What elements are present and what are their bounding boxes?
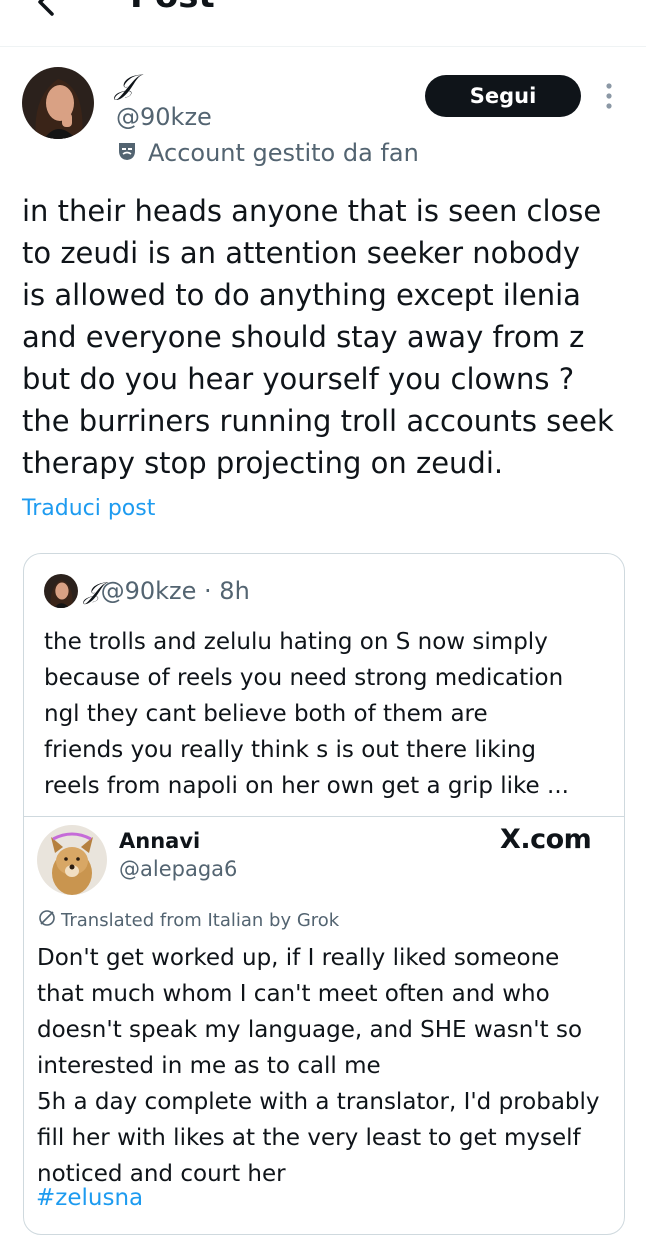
translated-note: Translated from Italian by Grok [37,907,339,933]
post-text: in their heads anyone that is seen close… [22,194,614,480]
hashtag-link[interactable]: #zelusna [36,1185,143,1211]
fan-account-badge: Account gestito da fan [116,138,419,168]
x-com-logo: X.com [500,824,592,855]
quote-text: the trolls and zelulu hating on S now si… [44,629,569,799]
embed-handle: @alepaga6 [119,857,238,881]
quoted-post-card[interactable]: 𝒥@90kze · 8h the trolls and zelulu hatin… [23,553,625,1235]
translated-label: Translated from Italian by Grok [61,909,340,931]
embed-avatar [37,825,107,895]
theater-mask-icon [116,140,138,166]
vertical-ellipsis-icon[interactable] [602,82,616,116]
quote-header: 𝒥@90kze · 8h [84,576,250,606]
quote-separator: · [204,577,212,605]
top-bar: Post [0,0,646,47]
arrow-left-icon[interactable] [30,0,70,26]
translate-post-link[interactable]: Traduci post [22,496,155,521]
quote-avatar [44,574,78,608]
embedded-screenshot: Annavi @alepaga6 X.com Translated from I… [24,816,624,1234]
grok-icon [37,908,57,932]
fan-account-label: Account gestito da fan [148,139,419,167]
embed-display-name: Annavi [119,829,201,853]
follow-button[interactable]: Segui [425,75,581,117]
author-display-name[interactable]: 𝒥 [115,70,134,100]
quote-time: 8h [219,577,250,605]
author-handle[interactable]: @90kze [116,103,212,131]
quote-handle: @90kze [100,577,197,605]
avatar[interactable] [22,67,94,139]
quote-display-name: 𝒥 [84,577,101,605]
page-title: Post [130,0,215,16]
embed-text: Don't get worked up, if I really liked s… [37,945,600,1187]
